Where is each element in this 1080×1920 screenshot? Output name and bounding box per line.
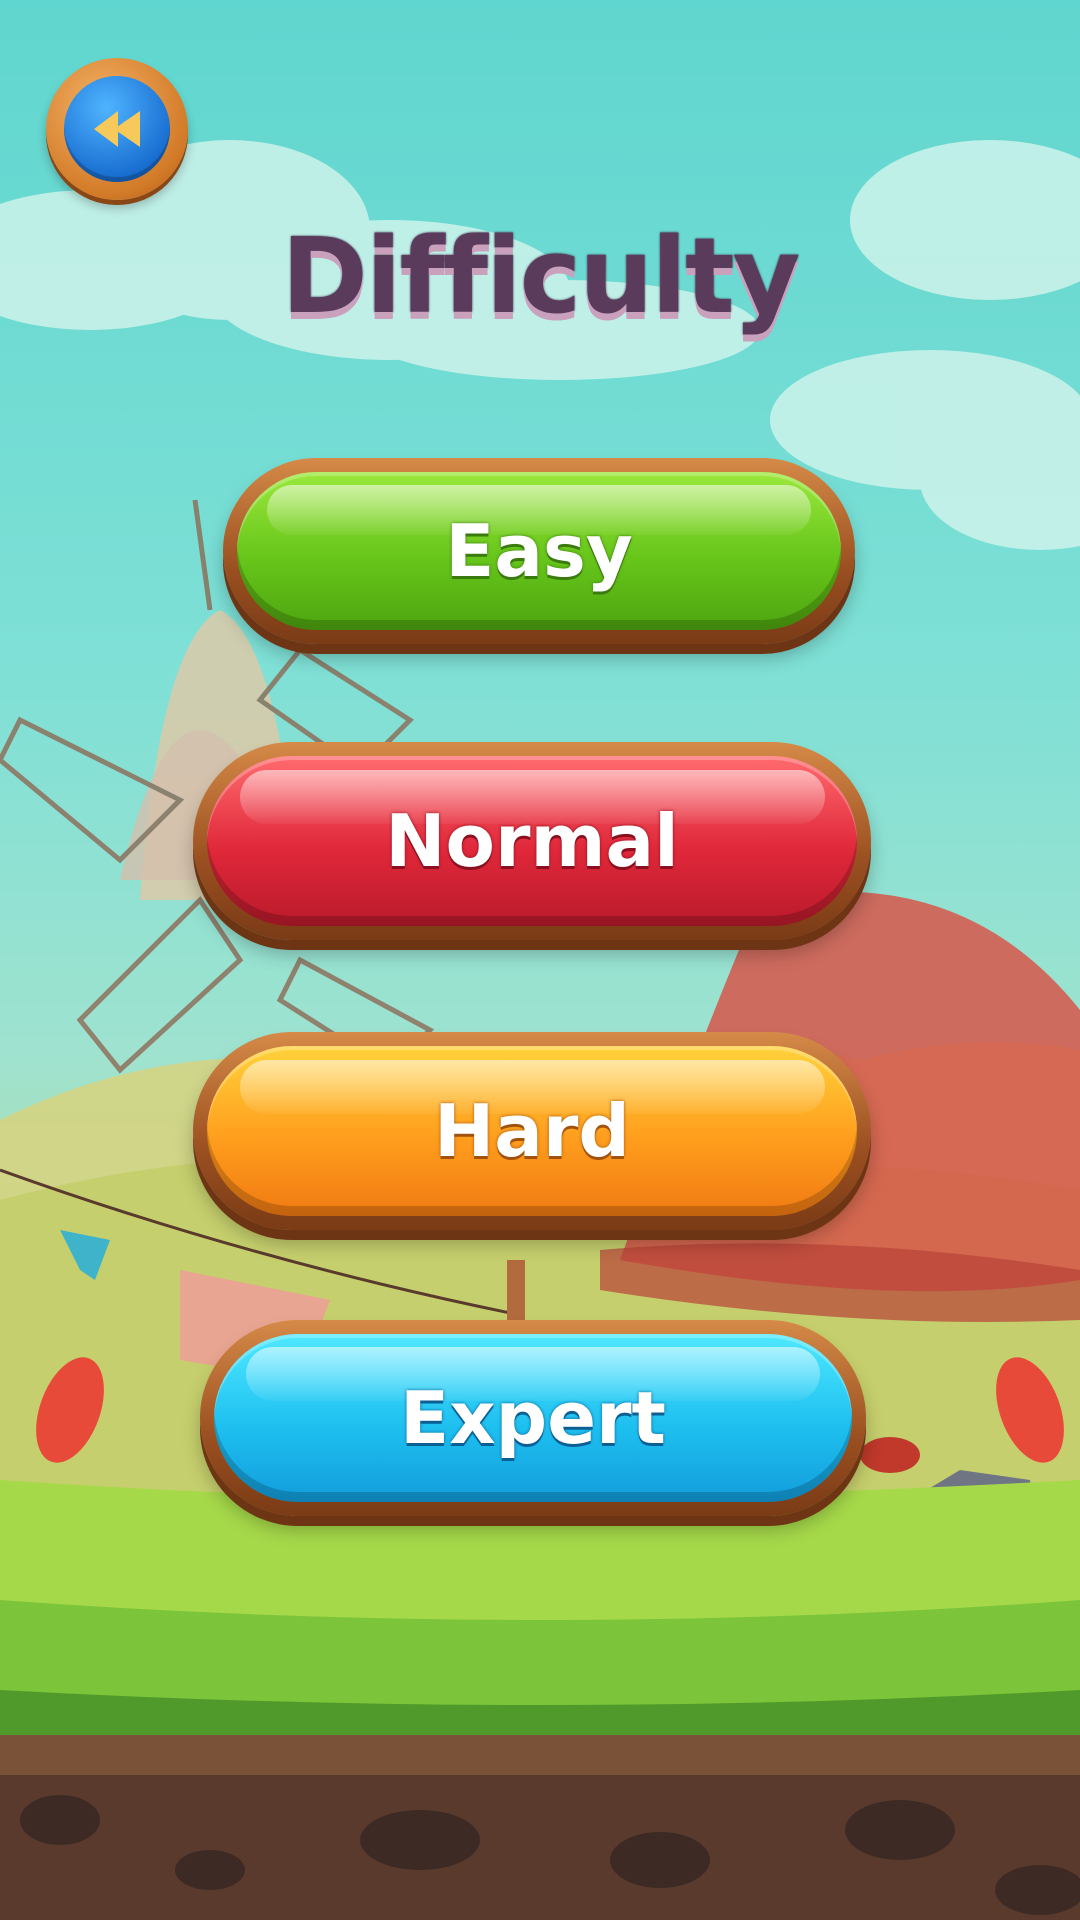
expert-button[interactable]: Expert [200, 1320, 866, 1516]
hard-button[interactable]: Hard [193, 1032, 871, 1230]
hard-button-label: Hard [434, 1089, 630, 1173]
back-button[interactable] [46, 58, 188, 200]
normal-button-label: Normal [385, 799, 679, 883]
expert-button-label: Expert [400, 1376, 666, 1460]
easy-button[interactable]: Easy [223, 458, 855, 644]
easy-button-label: Easy [445, 509, 633, 593]
page-title: Difficulty [281, 215, 801, 337]
normal-button[interactable]: Normal [193, 742, 871, 940]
game-screen: Difficulty Easy Normal Hard Expert [0, 0, 1080, 1920]
rewind-back-icon [94, 111, 140, 147]
